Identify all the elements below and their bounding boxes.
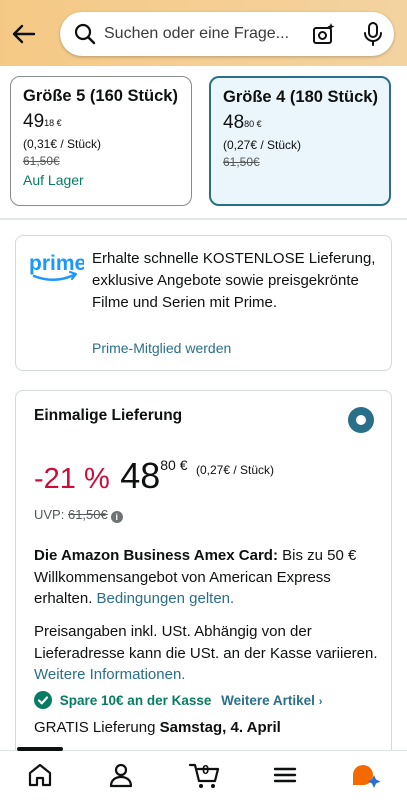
search-bar[interactable]: Suchen oder eine Frage... [60, 12, 394, 56]
prime-promo: prime Erhalte schnelle KOSTENLOSE Liefer… [15, 235, 392, 371]
size-option-4[interactable]: Größe 4 (180 Stück) 4880 € (0,27€ / Stüc… [209, 76, 391, 206]
cart-icon[interactable]: 0 [188, 761, 222, 791]
prime-signup-link[interactable]: Prime-Mitglied werden [92, 340, 231, 356]
active-tab-indicator [17, 747, 63, 751]
tax-info: Preisangaben inkl. USt. Abhängig von der… [34, 623, 378, 683]
unit-price: (0,27€ / Stück) [195, 463, 275, 477]
size-option-5[interactable]: Größe 5 (160 Stück) 4918 € (0,31€ / Stüc… [10, 76, 192, 206]
size-price: 4880 € [223, 112, 262, 133]
home-icon[interactable] [26, 761, 56, 791]
offer-title: Einmalige Lieferung [34, 407, 183, 424]
list-price: 61,50€ [223, 155, 260, 169]
stock-status: Auf Lager [23, 172, 84, 188]
size-selector: Größe 5 (160 Stück) 4918 € (0,31€ / Stüc… [0, 66, 407, 218]
search-input[interactable]: Suchen oder eine Frage... [104, 25, 289, 43]
camera-search-icon[interactable] [312, 22, 336, 51]
offer-price: -21 % 4880 € (0,27€ / Stück) [34, 455, 274, 497]
chevron-right-icon: › [318, 696, 323, 708]
tax-info-link[interactable]: Weitere Informationen. [34, 666, 185, 683]
purchase-radio-selected[interactable] [348, 407, 374, 433]
top-header: Suchen oder eine Frage... [0, 0, 407, 66]
unit-price: (0,27€ / Stück) [223, 138, 302, 152]
unit-price: (0,31€ / Stück) [23, 137, 102, 151]
size-name: Größe 5 (160 Stück) [23, 87, 178, 105]
list-price: 61,50€ [23, 154, 60, 168]
size-price: 4918 € [23, 111, 62, 132]
coupon-text: Spare 10€ an der Kasse [59, 693, 212, 708]
cart-count: 0 [202, 762, 210, 777]
one-time-purchase-option[interactable]: Einmalige Lieferung -21 % 4880 € (0,27€ … [15, 390, 392, 790]
price-value: 4880 € [120, 455, 188, 496]
discount-badge: -21 % [34, 463, 110, 495]
uvp-price: UVP: 61,50€ i [34, 507, 123, 523]
check-circle-icon [34, 691, 52, 709]
back-arrow-icon[interactable] [10, 20, 38, 48]
size-name: Größe 4 (180 Stück) [223, 88, 378, 106]
menu-icon[interactable] [271, 761, 301, 791]
delivery-info: GRATIS Lieferung Samstag, 4. April [34, 719, 281, 736]
prime-logo-text: prime [29, 252, 84, 275]
bottom-navigation: 0 [0, 747, 407, 800]
coupon-row: Spare 10€ an der Kasse Weitere Artikel › [34, 691, 322, 709]
rufus-assistant-icon[interactable] [350, 761, 381, 791]
prime-description: Erhalte schnelle KOSTENLOSE Lieferung, e… [92, 250, 376, 311]
info-icon[interactable]: i [110, 511, 123, 523]
microphone-icon[interactable] [362, 22, 384, 51]
section-divider [0, 218, 407, 220]
prime-logo: prime [28, 250, 86, 291]
account-icon[interactable] [107, 761, 137, 791]
amex-terms-link[interactable]: Bedingungen gelten. [97, 590, 235, 607]
search-icon [74, 23, 96, 50]
amex-promo: Die Amazon Business Amex Card: Bis zu 50… [34, 547, 357, 607]
more-items-link[interactable]: Weitere Artikel › [221, 693, 322, 708]
